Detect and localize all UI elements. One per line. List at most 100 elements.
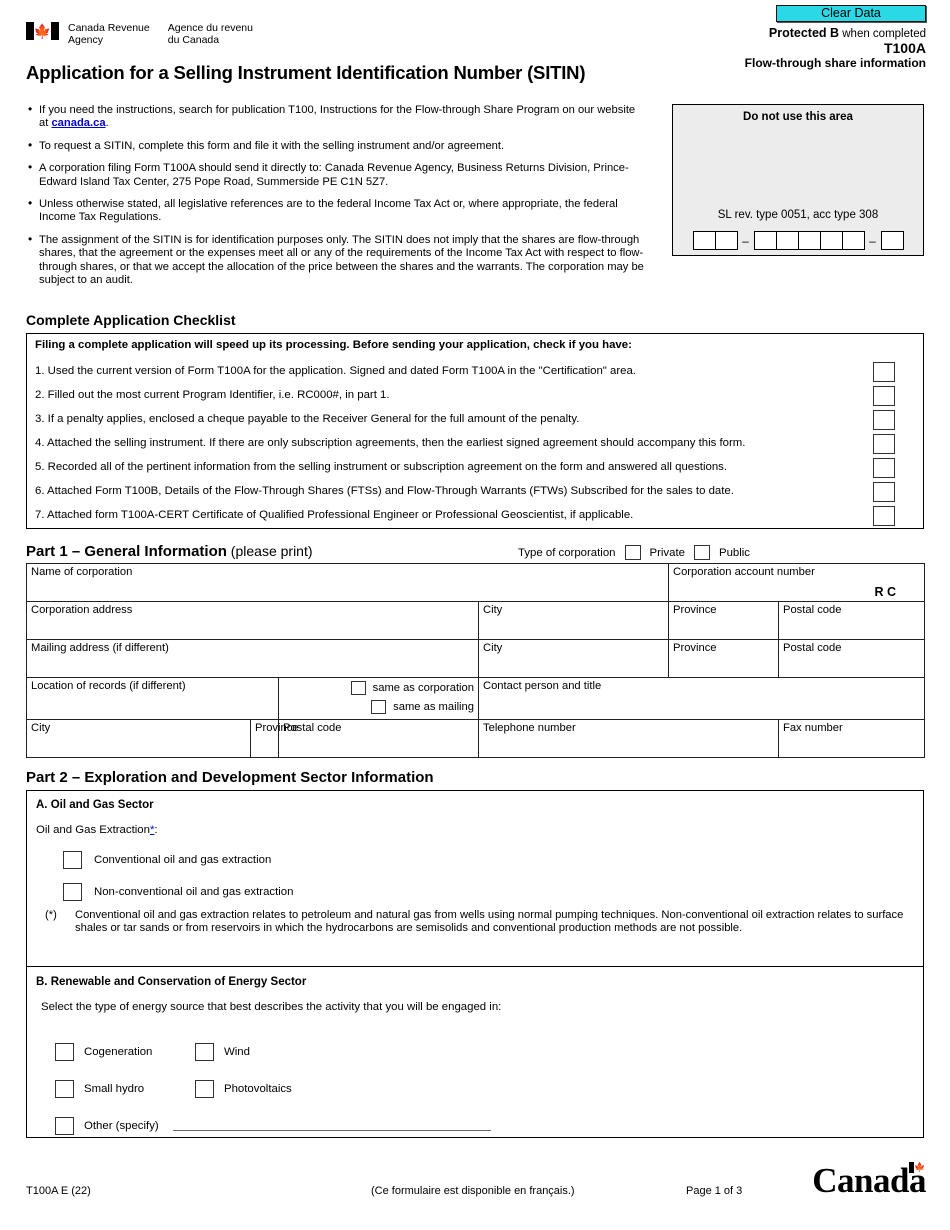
- checkbox-small-hydro[interactable]: [55, 1079, 74, 1098]
- field-mailing-city[interactable]: City: [478, 639, 669, 678]
- same-as-mailing-row[interactable]: same as mailing: [283, 700, 474, 714]
- option-cogeneration[interactable]: Cogeneration: [55, 1042, 195, 1061]
- sitin-cell[interactable]: [775, 231, 799, 250]
- canada-ca-link[interactable]: canada.ca: [51, 117, 105, 129]
- checkbox-photovoltaics[interactable]: [195, 1079, 214, 1098]
- option-label: Small hydro: [84, 1082, 145, 1095]
- section-b-question: Select the type of energy source that be…: [41, 1001, 502, 1013]
- option-wind[interactable]: Wind: [195, 1042, 250, 1061]
- do-not-use-area: Do not use this area SL rev. type 0051, …: [672, 104, 924, 256]
- field-label: Postal code: [283, 722, 342, 734]
- field-label: City: [31, 722, 51, 734]
- checkbox-other[interactable]: [55, 1116, 74, 1135]
- sitin-separator-1: –: [742, 233, 749, 248]
- checklist-checkbox[interactable]: [873, 434, 895, 454]
- field-records-postal-code[interactable]: Postal code: [278, 719, 479, 758]
- sitin-group-2[interactable]: [753, 231, 865, 250]
- field-records-city[interactable]: City: [26, 719, 251, 758]
- checklist-item: 3. If a penalty applies, enclosed a cheq…: [35, 413, 580, 425]
- cra-name-en: Canada Revenue Agency: [68, 22, 150, 46]
- field-corporation-address[interactable]: Corporation address: [26, 601, 479, 640]
- private-label: Private: [649, 546, 685, 559]
- clear-data-button[interactable]: Clear Data: [776, 5, 926, 22]
- sitin-cell[interactable]: [819, 231, 843, 250]
- footnote-text: Conventional oil and gas extraction rela…: [75, 909, 904, 935]
- checklist-checkbox[interactable]: [873, 410, 895, 430]
- option-conventional[interactable]: Conventional oil and gas extraction: [63, 851, 271, 869]
- sitin-cell[interactable]: [841, 231, 865, 250]
- part2-box: A. Oil and Gas Sector Oil and Gas Extrac…: [26, 790, 924, 1138]
- sitin-cell[interactable]: [714, 231, 738, 250]
- field-mailing-province[interactable]: Province: [668, 639, 779, 678]
- checklist-checkbox[interactable]: [873, 386, 895, 406]
- checkbox-non-conventional-extraction[interactable]: [63, 883, 82, 901]
- section-b-renewable: B. Renewable and Conservation of Energy …: [27, 967, 923, 1137]
- table-row: Mailing address (if different) City Prov…: [26, 639, 926, 678]
- checkbox-same-as-mailing[interactable]: [371, 700, 387, 714]
- checkbox-private[interactable]: [624, 545, 641, 560]
- field-fax-number[interactable]: Fax number: [777, 719, 926, 758]
- option-label: Other (specify): [84, 1119, 159, 1132]
- field-contact-person[interactable]: Contact person and title: [477, 677, 926, 720]
- checkbox-conventional-extraction[interactable]: [63, 851, 82, 869]
- checklist-checkbox[interactable]: [873, 362, 895, 382]
- sitin-cell[interactable]: [880, 231, 904, 250]
- same-as-corporation-row[interactable]: same as corporation: [283, 681, 474, 695]
- protected-b-label: Protected B when completed: [768, 26, 926, 40]
- checkbox-cogeneration[interactable]: [55, 1042, 74, 1061]
- same-as-corporation-label: same as corporation: [372, 682, 474, 694]
- same-as-mailing-label: same as mailing: [393, 701, 474, 713]
- field-telephone-number[interactable]: Telephone number: [478, 719, 779, 758]
- field-location-of-records[interactable]: Location of records (if different): [26, 677, 279, 720]
- option-label: Cogeneration: [84, 1045, 153, 1058]
- field-name-of-corporation[interactable]: Name of corporation: [26, 563, 669, 602]
- option-photovoltaics[interactable]: Photovoltaics: [195, 1079, 292, 1098]
- french-availability-note: (Ce formulaire est disponible en françai…: [371, 1185, 575, 1197]
- sitin-cell[interactable]: [797, 231, 821, 250]
- field-label: Name of corporation: [31, 566, 133, 578]
- field-label: Postal code: [783, 642, 842, 654]
- option-label: Wind: [224, 1045, 250, 1058]
- sitin-group-1[interactable]: [692, 231, 738, 250]
- clear-data-container: Clear Data: [776, 5, 926, 22]
- checklist-checkbox[interactable]: [873, 482, 895, 502]
- checklist-heading: Complete Application Checklist: [26, 312, 236, 328]
- checkbox-wind[interactable]: [195, 1042, 214, 1061]
- checkbox-same-as-corporation[interactable]: [350, 681, 366, 695]
- page-title: Application for a Selling Instrument Ide…: [26, 62, 586, 83]
- other-specify-input[interactable]: [172, 1130, 491, 1131]
- checkbox-public[interactable]: [693, 545, 710, 560]
- field-corporation-postal-code[interactable]: Postal code: [777, 601, 926, 640]
- type-of-corporation-label: Type of corporation: [518, 546, 616, 559]
- checklist-checkbox[interactable]: [873, 506, 895, 526]
- field-label: Postal code: [783, 604, 842, 616]
- field-label: Contact person and title: [483, 680, 602, 692]
- same-as-options: same as corporation same as mailing: [278, 677, 479, 720]
- sitin-cell[interactable]: [753, 231, 777, 250]
- field-records-province[interactable]: Province: [250, 719, 299, 758]
- table-row: Corporation address City Province Postal…: [26, 601, 926, 640]
- checklist-item: 5. Recorded all of the pertinent informa…: [35, 461, 728, 473]
- checklist-lead: Filing a complete application will speed…: [35, 339, 632, 351]
- sitin-cell[interactable]: [692, 231, 716, 250]
- intro-bullet: If you need the instructions, search for…: [26, 103, 646, 131]
- intro-bullet: Unless otherwise stated, all legislative…: [26, 197, 646, 225]
- table-row: Location of records (if different) same …: [26, 677, 926, 720]
- table-row: City Province Postal code Telephone numb…: [26, 719, 926, 758]
- sitin-group-3[interactable]: [880, 231, 904, 250]
- canada-flag-icon: 🍁: [26, 22, 59, 40]
- option-small-hydro[interactable]: Small hydro: [55, 1079, 195, 1098]
- option-non-conventional[interactable]: Non-conventional oil and gas extraction: [63, 883, 293, 901]
- intro-bullet: A corporation filing Form T100A should s…: [26, 161, 646, 189]
- field-corporation-account-number[interactable]: Corporation account number R C: [667, 563, 926, 602]
- field-label: Location of records (if different): [31, 680, 186, 692]
- checklist-item: 4. Attached the selling instrument. If t…: [35, 437, 746, 449]
- part1-heading: Part 1 – General Information (please pri…: [26, 543, 313, 560]
- field-mailing-postal-code[interactable]: Postal code: [777, 639, 926, 678]
- checklist-item: 2. Filled out the most current Program I…: [35, 389, 390, 401]
- field-corporation-province[interactable]: Province: [668, 601, 779, 640]
- checklist-checkbox[interactable]: [873, 458, 895, 478]
- field-corporation-city[interactable]: City: [478, 601, 669, 640]
- field-mailing-address[interactable]: Mailing address (if different): [26, 639, 479, 678]
- option-other[interactable]: Other (specify): [55, 1116, 159, 1135]
